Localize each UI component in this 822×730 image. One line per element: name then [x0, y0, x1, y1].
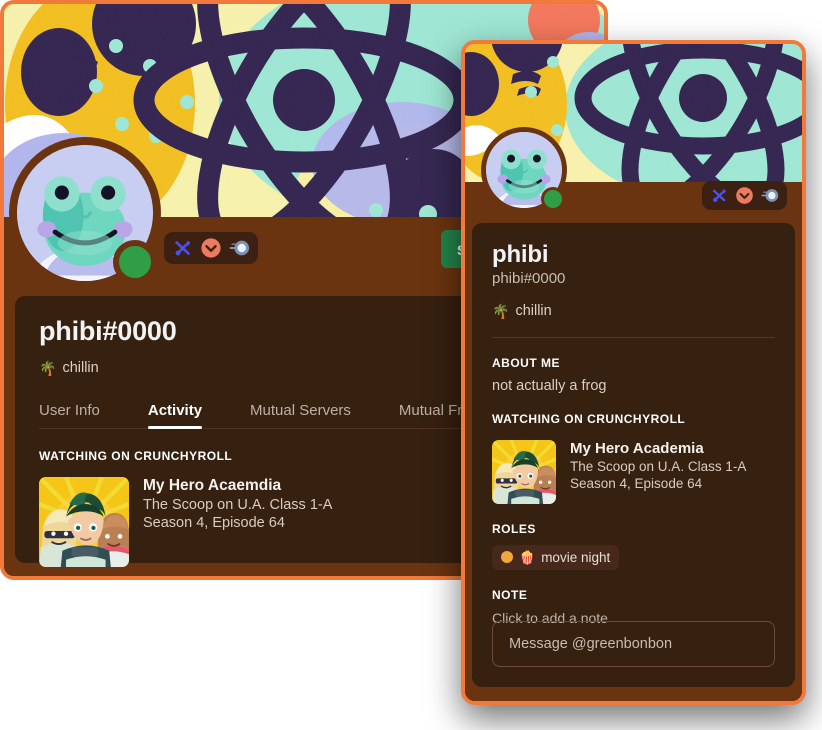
display-name: phibi	[492, 241, 549, 268]
activity-state: Season 4, Episode 64	[570, 475, 703, 491]
status-indicator-online	[541, 187, 565, 211]
bug-hunter-badge[interactable]	[228, 237, 250, 259]
activity-title: My Hero Acaemdia	[143, 477, 282, 494]
activity-detail: The Scoop on U.A. Class 1-A	[570, 458, 747, 474]
activity-artwork	[492, 439, 556, 504]
tab-user-info[interactable]: User Info	[39, 402, 100, 428]
roles-list: 🍿 movie night	[492, 536, 775, 570]
discord-staff-badge[interactable]	[710, 186, 729, 205]
about-me-header: ABOUT ME	[492, 355, 560, 370]
custom-status-text: chillin	[62, 360, 99, 376]
activity-title: My Hero Academia	[570, 439, 704, 457]
role-pill-movie-night[interactable]: 🍿 movie night	[492, 544, 620, 570]
bug-hunter-badge[interactable]	[760, 186, 779, 205]
about-me-text: not actually a frog	[492, 377, 607, 394]
avatar[interactable]	[9, 137, 161, 289]
status-indicator-online	[113, 240, 157, 284]
role-name: movie night	[541, 549, 611, 565]
profile-badges[interactable]	[164, 232, 258, 264]
activity-detail: The Scoop on U.A. Class 1-A	[143, 497, 333, 513]
custom-status: 🌴 chillin	[492, 303, 775, 319]
activity-item: My Hero Academia The Scoop on U.A. Class…	[492, 439, 775, 504]
palm-tree-emoji: 🌴	[39, 360, 57, 376]
username-tag: phibi#0000	[492, 269, 566, 287]
profile-details-panel: phibi phibi#0000 🌴 chillin ABOUT ME not …	[472, 223, 795, 687]
palm-tree-emoji: 🌴	[492, 302, 510, 319]
activity-state: Season 4, Episode 64	[143, 515, 285, 531]
discord-staff-badge[interactable]	[172, 237, 194, 259]
early-supporter-badge[interactable]	[200, 237, 222, 259]
section-divider	[492, 336, 775, 338]
profile-badges[interactable]	[702, 181, 787, 210]
activity-section-header: WATCHING ON CRUNCHYROLL	[492, 411, 686, 426]
message-input[interactable]	[492, 621, 775, 667]
early-supporter-badge[interactable]	[735, 186, 754, 205]
avatar[interactable]	[481, 127, 567, 213]
note-header: NOTE	[492, 587, 528, 602]
popcorn-icon: 🍿	[519, 549, 536, 565]
tab-activity[interactable]: Activity	[147, 402, 203, 429]
role-color-dot	[501, 551, 513, 564]
activity-artwork	[39, 477, 129, 567]
tab-mutual-servers[interactable]: Mutual Servers	[250, 402, 351, 428]
custom-status-text: chillin	[515, 302, 552, 319]
roles-header: ROLES	[492, 521, 536, 536]
